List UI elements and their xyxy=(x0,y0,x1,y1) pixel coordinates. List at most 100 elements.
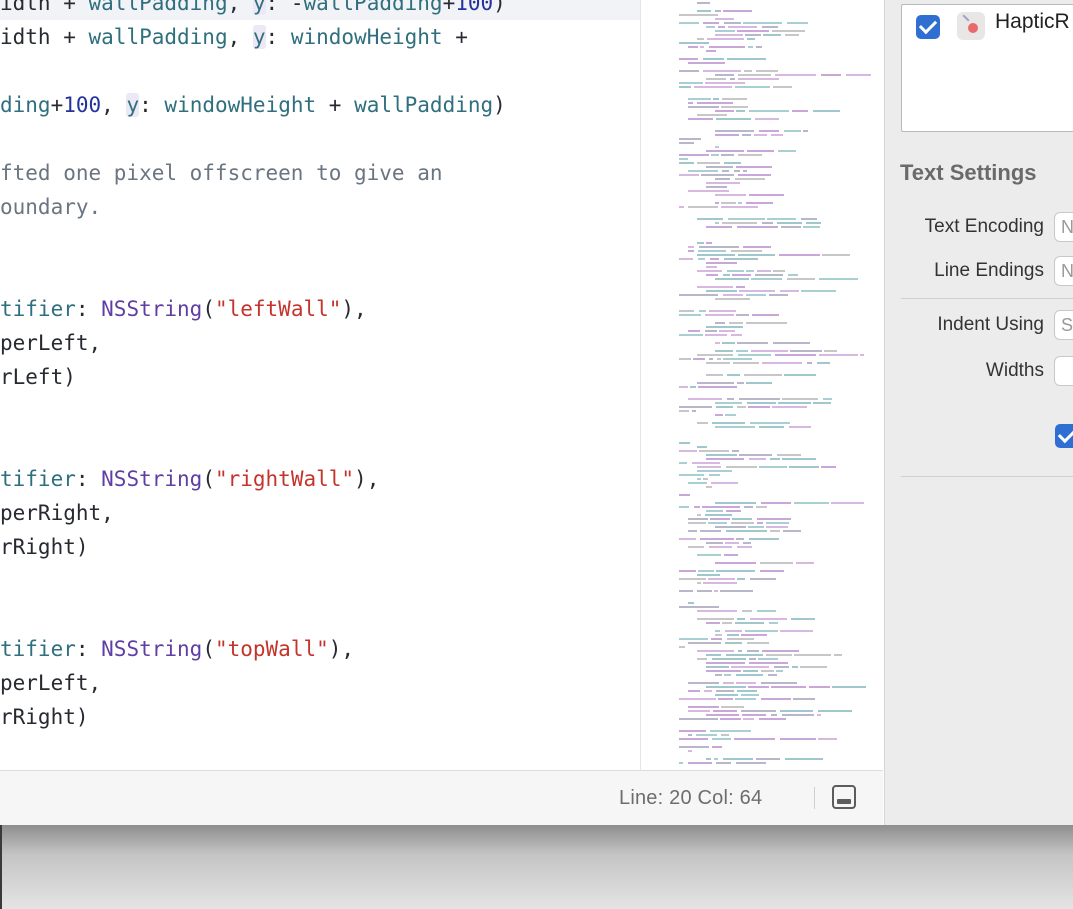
code-line[interactable]: idth + wallPadding, y: -wallPadding+100) xyxy=(0,0,640,20)
minimap-line xyxy=(679,174,699,176)
minimap-line xyxy=(706,486,712,488)
minimap-line xyxy=(762,650,799,652)
minimap-line xyxy=(688,250,694,252)
minimap-line xyxy=(792,110,808,112)
minimap-line xyxy=(697,114,727,116)
code-line[interactable] xyxy=(0,598,640,632)
minimap-line xyxy=(712,738,731,740)
minimap-line xyxy=(737,226,778,228)
code-line[interactable] xyxy=(0,564,640,598)
minimap-line xyxy=(741,694,759,696)
indent-using-popup[interactable]: S xyxy=(1054,310,1073,340)
minimap-line xyxy=(726,530,767,532)
source-editor[interactable]: idth + wallPadding, y: -wallPadding+100)… xyxy=(0,0,640,770)
minimap[interactable] xyxy=(640,0,884,770)
minimap-line xyxy=(715,322,725,324)
code-token: tifier xyxy=(0,467,76,491)
minimap-line xyxy=(736,538,744,540)
code-line[interactable] xyxy=(0,258,640,292)
minimap-line xyxy=(717,358,721,360)
text-encoding-popup[interactable]: N xyxy=(1054,212,1073,242)
code-line[interactable]: perLeft, xyxy=(0,666,640,700)
code-line[interactable] xyxy=(0,224,640,258)
code-token: y xyxy=(126,93,140,117)
code-line[interactable] xyxy=(0,122,640,156)
minimap-line xyxy=(782,398,818,400)
minimap-line xyxy=(716,118,751,120)
code-token: ( xyxy=(202,467,215,491)
code-line[interactable]: idth + wallPadding, y: windowHeight + xyxy=(0,20,640,54)
line-endings-popup[interactable]: N xyxy=(1054,256,1073,286)
code-token: "topWall" xyxy=(214,637,329,661)
minimap-line xyxy=(708,522,727,524)
minimap-line xyxy=(697,270,722,272)
code-line[interactable] xyxy=(0,54,640,88)
minimap-line xyxy=(773,270,785,272)
minimap-line xyxy=(819,354,858,356)
minimap-line xyxy=(780,710,813,712)
code-line[interactable]: ding+100, y: windowHeight + wallPadding) xyxy=(0,88,640,122)
wrap-lines-checkbox[interactable] xyxy=(1055,424,1073,448)
minimap-line xyxy=(773,86,792,88)
minimap-line xyxy=(718,26,725,28)
minimap-line xyxy=(763,34,781,36)
minimap-line xyxy=(715,146,719,148)
minimap-line xyxy=(721,154,734,156)
minimap-line xyxy=(817,714,821,716)
minimap-line xyxy=(700,538,734,540)
minimap-line xyxy=(698,570,714,572)
minimap-line xyxy=(860,354,864,356)
minimap-line xyxy=(679,410,689,412)
minimap-line xyxy=(679,718,718,720)
minimap-line xyxy=(715,194,746,196)
minimap-line xyxy=(766,654,792,656)
code-line[interactable]: rRight) xyxy=(0,530,640,564)
code-line[interactable]: tifier: NSString("leftWall"), xyxy=(0,292,640,326)
minimap-line xyxy=(697,354,733,356)
minimap-line xyxy=(738,354,771,356)
code-line[interactable]: rLeft) xyxy=(0,360,640,394)
code-line[interactable]: tifier: NSString("rightWall"), xyxy=(0,462,640,496)
code-line[interactable]: perLeft, xyxy=(0,326,640,360)
minimap-line xyxy=(721,734,729,736)
minimap-line xyxy=(735,622,764,624)
minimap-line xyxy=(713,98,719,100)
minimap-line xyxy=(772,406,807,408)
code-line[interactable]: rRight) xyxy=(0,700,640,734)
minimap-line xyxy=(706,50,716,52)
code-line[interactable]: perRight, xyxy=(0,496,640,530)
minimap-line xyxy=(706,454,737,456)
minimap-line xyxy=(679,494,690,496)
code-line[interactable]: oundary. xyxy=(0,190,640,224)
code-line[interactable]: tifier: NSString("topWall"), xyxy=(0,632,640,666)
minimap-line xyxy=(706,686,746,688)
minimap-line xyxy=(679,42,709,44)
minimap-line xyxy=(726,654,763,656)
minimap-line xyxy=(761,682,797,684)
minimap-line xyxy=(706,242,712,244)
minimap-line xyxy=(688,106,719,108)
widths-field[interactable] xyxy=(1054,356,1073,386)
minimap-line xyxy=(724,554,738,556)
minimap-line xyxy=(679,578,706,580)
minimap-line xyxy=(688,62,725,64)
code-line[interactable]: fted one pixel offscreen to give an xyxy=(0,156,640,190)
toggle-debug-area-icon[interactable] xyxy=(832,785,856,809)
minimap-line xyxy=(735,698,756,700)
minimap-line xyxy=(679,738,708,740)
code-token: oundary. xyxy=(0,195,102,219)
minimap-line xyxy=(801,218,817,220)
minimap-line xyxy=(818,710,852,712)
minimap-line xyxy=(813,110,840,112)
minimap-line xyxy=(679,538,696,540)
minimap-line xyxy=(692,462,720,464)
inspector-divider xyxy=(901,476,1073,477)
target-membership-checkbox[interactable] xyxy=(916,15,940,39)
code-line[interactable] xyxy=(0,428,640,462)
code-line[interactable] xyxy=(0,394,640,428)
minimap-line xyxy=(697,618,734,620)
minimap-line xyxy=(771,134,783,136)
minimap-line xyxy=(700,46,704,48)
minimap-line xyxy=(710,258,719,260)
minimap-line xyxy=(748,406,770,408)
